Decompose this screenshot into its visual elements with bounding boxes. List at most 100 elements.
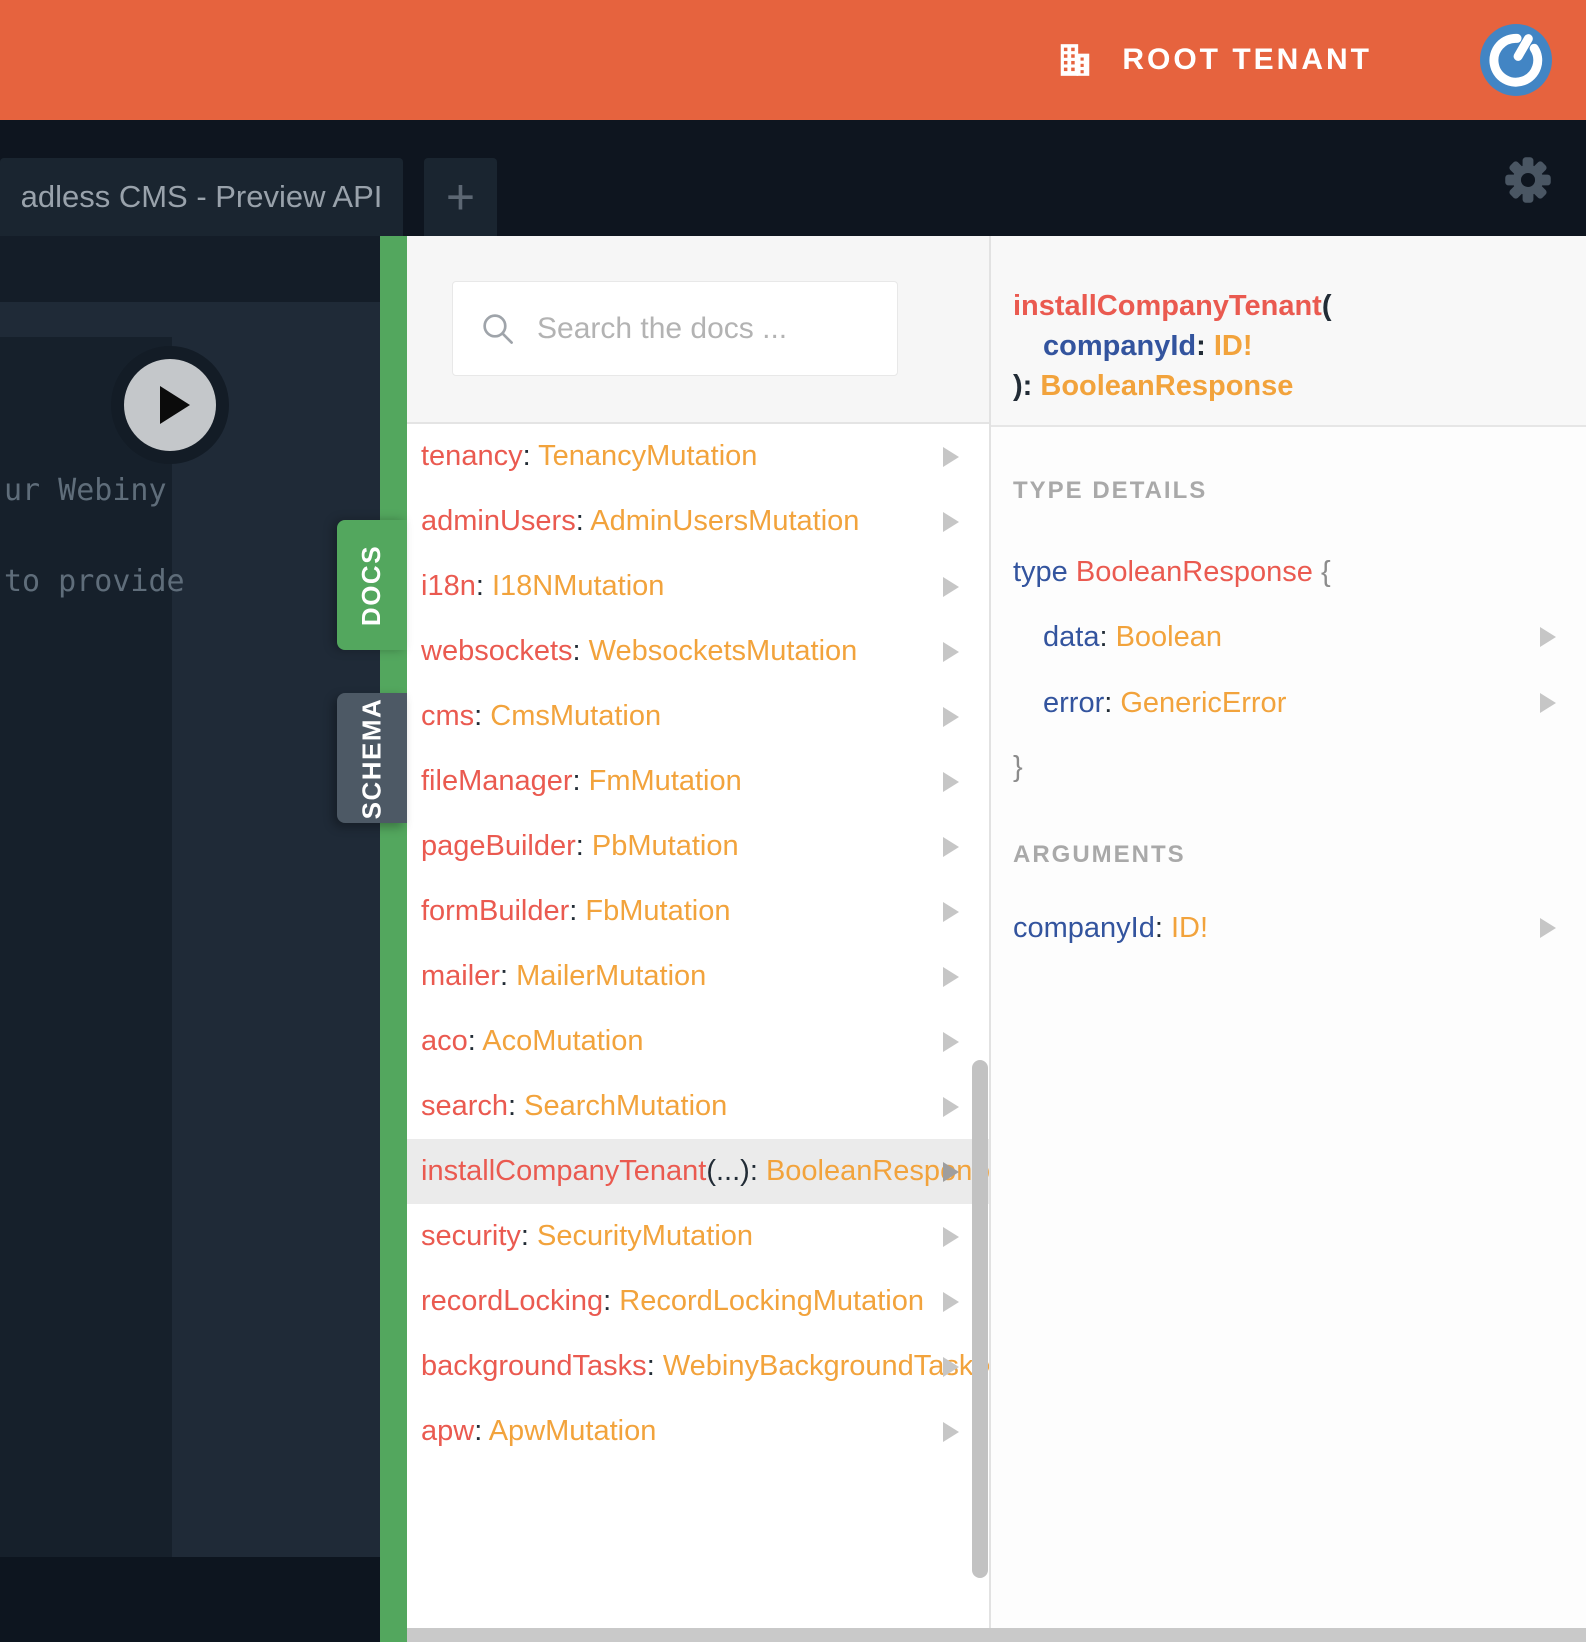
field-type: PbMutation [591,830,739,862]
field-type: RecordLockingMutation [619,1285,924,1317]
query-editor-pane[interactable]: ur Webiny to provide [0,236,380,1642]
field-name: error [1043,686,1105,719]
top-header-bar: ROOT TENANT [0,0,1586,120]
type-field-list: data: Boolean error: GenericError [1013,604,1586,736]
type-field-row-error[interactable]: error: GenericError [1013,670,1586,736]
expand-arrow-icon [1540,693,1556,713]
field-type: WebinyBackgroundTaskMutation [662,1350,989,1382]
docs-search-header [407,236,989,424]
field-type: SecurityMutation [537,1220,754,1252]
tenant-label: ROOT TENANT [1122,43,1372,76]
docs-field-row-formBuilder[interactable]: formBuilder: FbMutation [407,879,989,944]
docs-search-input[interactable] [537,311,867,346]
docs-field-row-tenancy[interactable]: tenancy: TenancyMutation [407,424,989,489]
field-name: cms [421,700,475,732]
docs-field-row-i18n[interactable]: i18n: I18NMutation [407,554,989,619]
expand-arrow-icon [943,576,959,597]
docs-field-row-websockets[interactable]: websockets: WebsocketsMutation [407,619,989,684]
field-type: TenancyMutation [538,440,758,472]
docs-field-row-adminUsers[interactable]: adminUsers: AdminUsersMutation [407,489,989,554]
field-type: AcoMutation [482,1025,644,1057]
field-name: aco [421,1025,468,1057]
field-type: AdminUsersMutation [590,505,860,537]
mutation-field-list: tenancy: TenancyMutation adminUsers: Admi… [407,424,989,1464]
type-declaration: type BooleanResponse { [1013,556,1331,588]
building-icon [1061,44,1090,76]
schema-tab-label: SCHEMA [356,697,387,819]
field-type: SearchMutation [524,1090,728,1122]
video-thumbnail [0,337,172,1557]
expand-arrow-icon [943,771,959,792]
type-field-row-data[interactable]: data: Boolean [1013,604,1586,670]
argument-name: companyId [1013,911,1155,944]
video-play-button[interactable] [111,346,229,464]
field-name: apw [421,1415,475,1447]
docs-field-row-pageBuilder[interactable]: pageBuilder: PbMutation [407,814,989,879]
docs-panel-edge-strip [380,236,407,1642]
field-detail-body: TYPE DETAILS type BooleanResponse { data… [991,477,1586,961]
argument-row-companyId[interactable]: companyId: ID! [1013,895,1586,961]
session-tab-bar: adless CMS - Preview API + [0,120,1586,236]
editor-toolbar-strip [0,236,380,302]
signature-return-type: BooleanResponse [1040,370,1294,402]
field-name: tenancy [421,440,523,472]
docs-explorer-panel: tenancy: TenancyMutationadminUsers: Admi… [407,236,989,1642]
field-name: installCompanyTenant [421,1155,707,1187]
field-name: recordLocking [421,1285,604,1317]
docs-field-row-recordLocking[interactable]: recordLocking: RecordLockingMutation [407,1269,989,1334]
expand-arrow-icon [943,901,959,922]
docs-field-row-backgroundTasks[interactable]: backgroundTasks: WebinyBackgroundTaskMut… [407,1334,989,1399]
editor-comment-line: to provide [4,564,185,599]
docs-field-row-aco[interactable]: aco: AcoMutation [407,1009,989,1074]
type-closing-brace: } [1013,751,1023,783]
tab-docs[interactable]: DOCS [337,520,407,650]
field-type: MailerMutation [516,960,707,992]
argument-list: companyId: ID! [1013,895,1586,961]
type-details-heading: TYPE DETAILS [1013,477,1208,504]
expand-arrow-icon [943,1291,959,1312]
docs-field-row-cms[interactable]: cms: CmsMutation [407,684,989,749]
active-session-tab[interactable]: adless CMS - Preview API [0,158,403,236]
horizontal-scrollbar[interactable] [407,1628,1586,1642]
tenant-selector[interactable]: ROOT TENANT [1056,41,1372,79]
webiny-power-logo[interactable] [1480,24,1552,96]
docs-field-row-security[interactable]: security: SecurityMutation [407,1204,989,1269]
new-tab-button[interactable]: + [424,158,497,236]
field-name: pageBuilder [421,830,576,862]
field-type: I18NMutation [491,570,665,602]
signature-arg-type: ID! [1213,330,1253,362]
expand-arrow-icon [943,836,959,857]
expand-arrow-icon [943,1356,959,1377]
docs-search-box[interactable] [452,281,898,376]
field-type: Boolean [1115,620,1223,653]
gear-icon [1505,157,1551,203]
docs-field-row-mailer[interactable]: mailer: MailerMutation [407,944,989,1009]
settings-button[interactable] [1502,154,1554,206]
expand-arrow-icon [943,1226,959,1247]
docs-field-row-fileManager[interactable]: fileManager: FmMutation [407,749,989,814]
field-type: ApwMutation [488,1415,657,1447]
field-name: search [421,1090,509,1122]
docs-field-row-apw[interactable]: apw: ApwMutation [407,1399,989,1464]
field-name: data [1043,620,1100,653]
expand-arrow-icon [943,1161,959,1182]
signature-line-3: ): BooleanResponse [1013,370,1294,402]
signature-arg-name: companyId [1043,330,1197,362]
tab-schema[interactable]: SCHEMA [337,693,407,823]
docs-field-row-search[interactable]: search: SearchMutation [407,1074,989,1139]
field-type: GenericError [1120,686,1287,719]
field-type: CmsMutation [490,700,662,732]
vertical-scrollbar-thumb[interactable] [972,1060,988,1578]
signature-line-1: installCompanyTenant( [1013,290,1332,322]
field-name: security [421,1220,521,1252]
type-name-link[interactable]: BooleanResponse [1076,556,1313,588]
signature-field-name: installCompanyTenant [1013,290,1322,322]
expand-arrow-icon [943,1421,959,1442]
expand-arrow-icon [1540,918,1556,938]
field-name: adminUsers [421,505,576,537]
field-type: FbMutation [585,895,731,927]
field-signature: installCompanyTenant( companyId: ID! ): … [991,236,1586,427]
play-icon [160,386,190,424]
docs-field-row-installCompanyTenant[interactable]: installCompanyTenant(...): BooleanRespon… [407,1139,989,1204]
expand-arrow-icon [1540,627,1556,647]
